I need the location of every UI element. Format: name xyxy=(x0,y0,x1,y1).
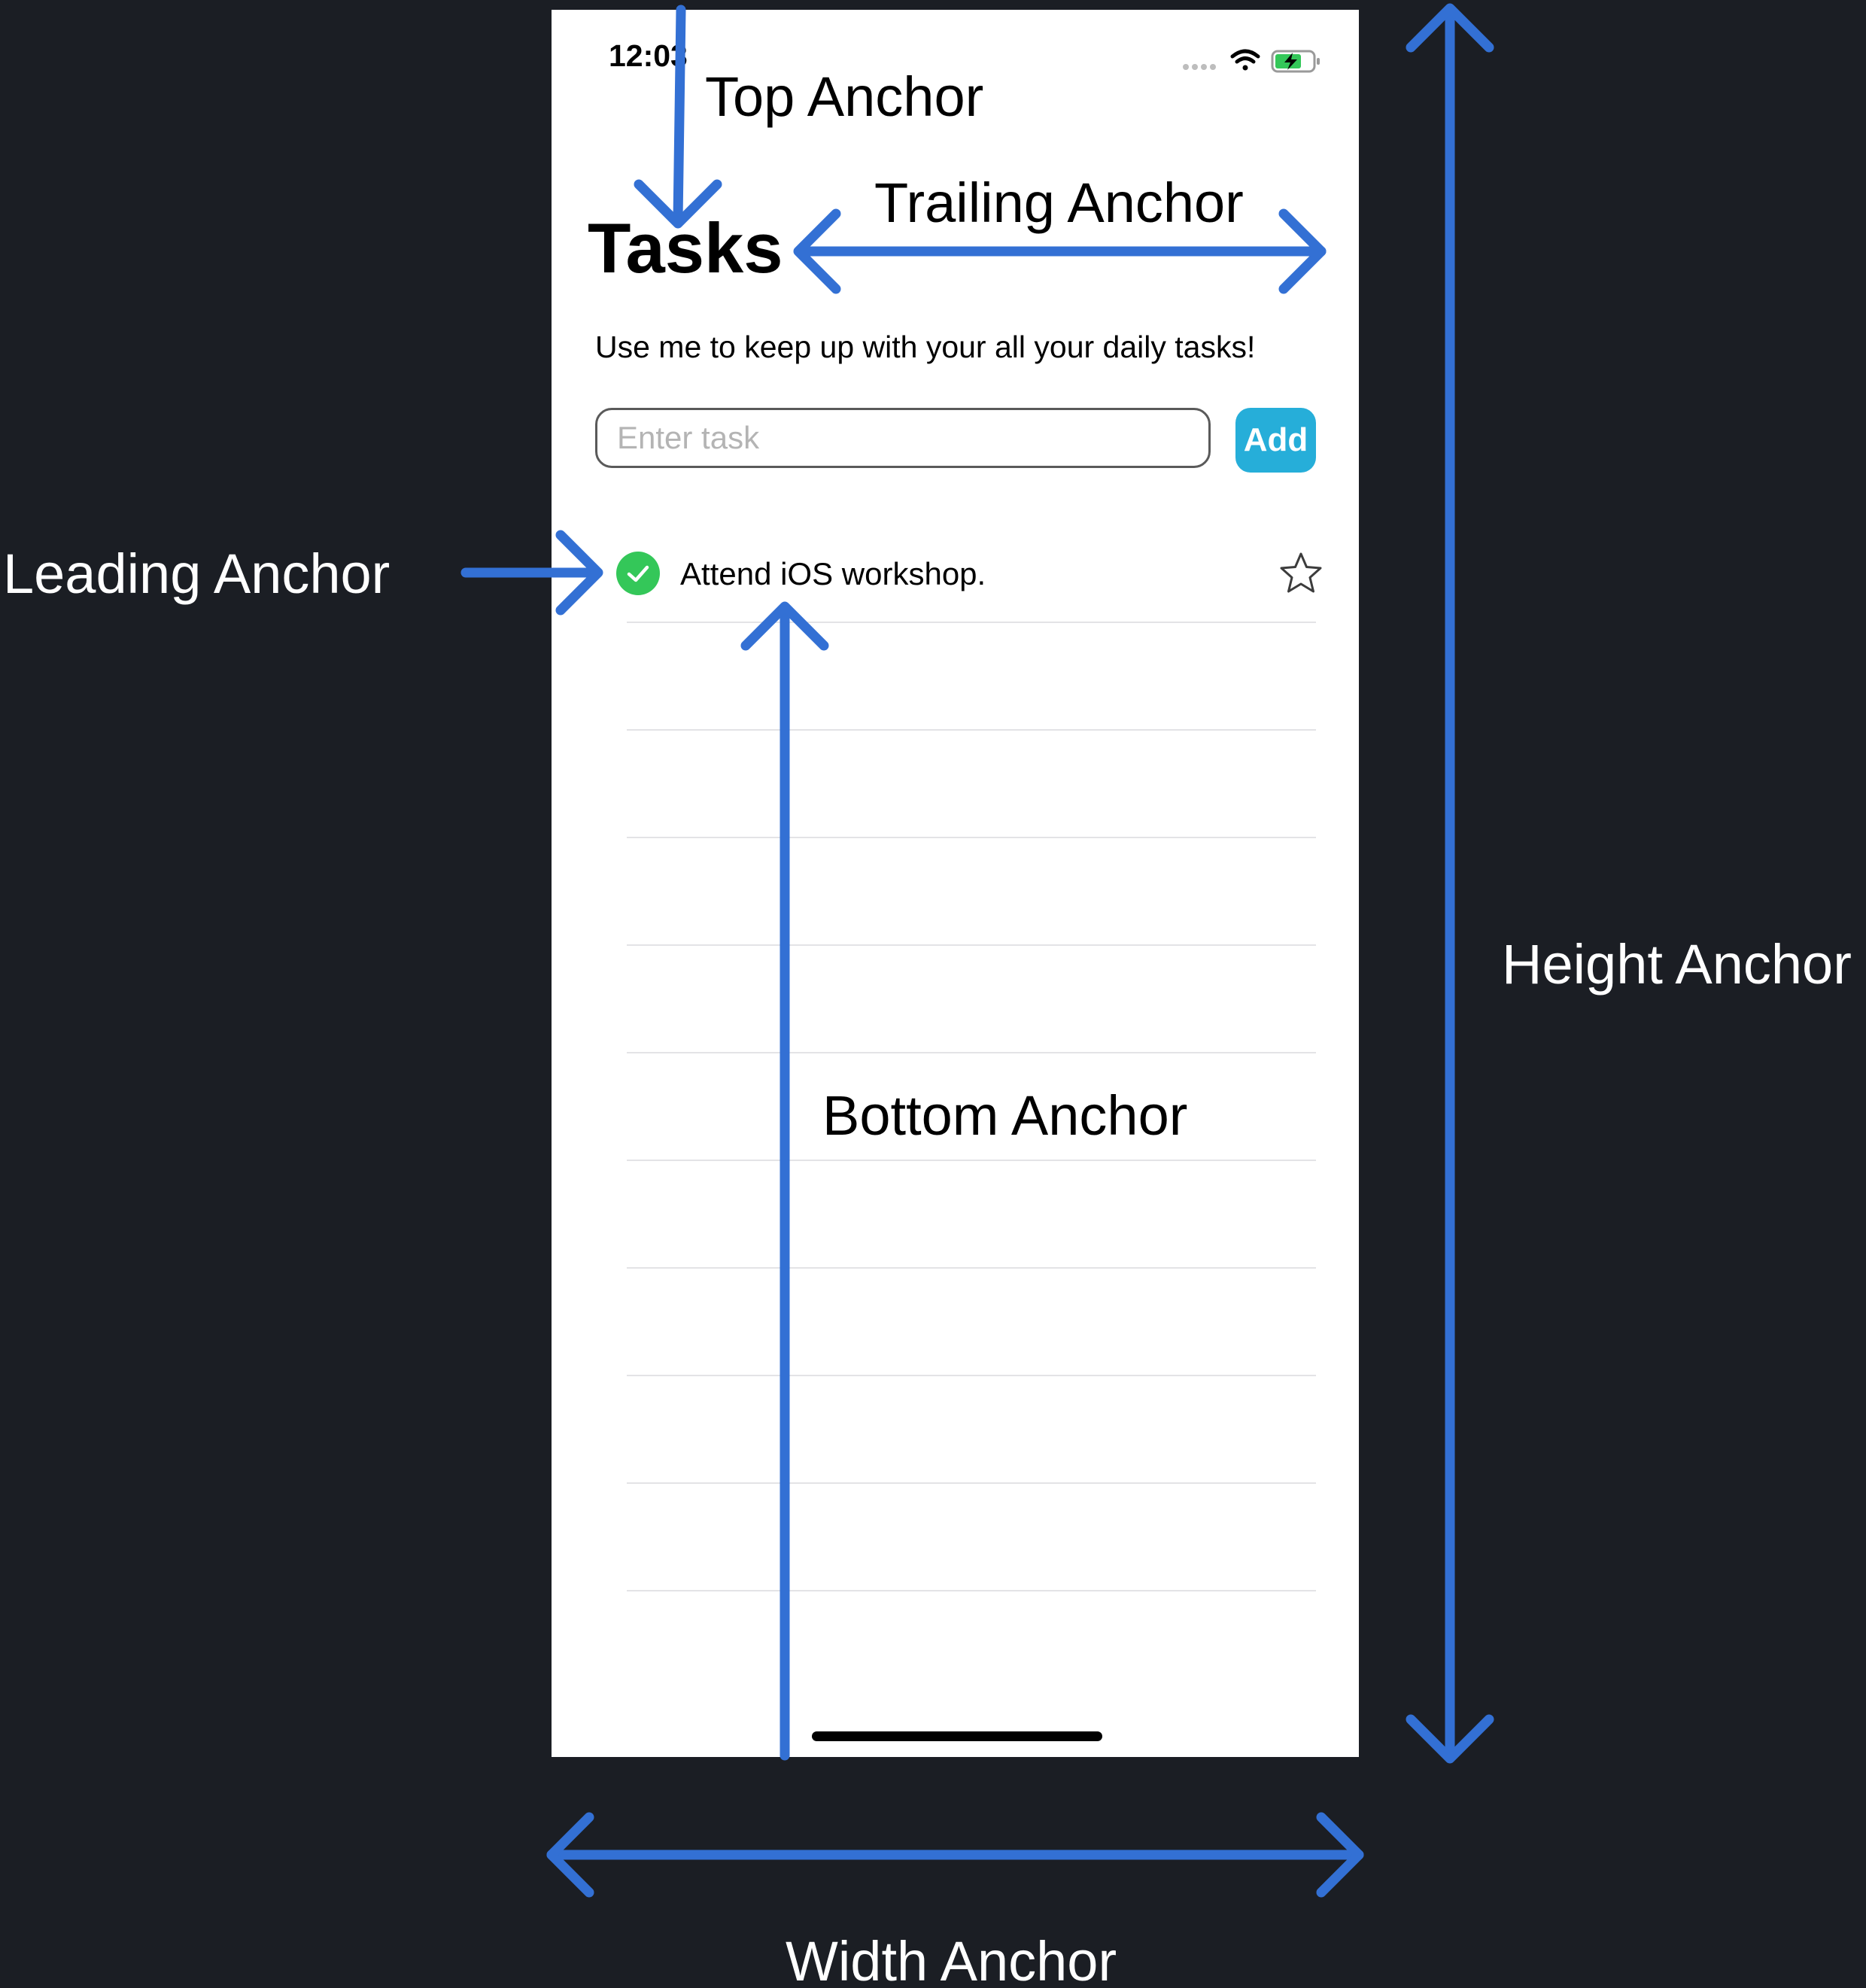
battery-charging-icon xyxy=(1271,50,1320,73)
row-separator xyxy=(627,1052,1316,1053)
status-icons xyxy=(1183,49,1320,73)
row-separator xyxy=(627,837,1316,838)
add-task-button[interactable]: Add xyxy=(1235,408,1316,473)
checkmark-circle-icon[interactable] xyxy=(616,552,660,595)
height-anchor-label: Height Anchor xyxy=(1502,933,1852,996)
home-indicator xyxy=(812,1731,1102,1741)
row-separator xyxy=(627,729,1316,731)
star-icon[interactable] xyxy=(1278,550,1324,597)
height-anchor-arrow xyxy=(1406,3,1494,1764)
diagram-canvas: 12:03 Tasks Use me to keep up with your xyxy=(0,0,1866,1988)
row-separator xyxy=(627,622,1316,623)
leading-anchor-label: Leading Anchor xyxy=(3,543,391,605)
task-input[interactable] xyxy=(595,408,1211,468)
task-text: Attend iOS workshop. xyxy=(680,556,986,591)
width-anchor-arrow xyxy=(546,1812,1364,1898)
page-title: Tasks xyxy=(588,208,783,287)
page-subtitle: Use me to keep up with your all your dai… xyxy=(595,330,1256,364)
row-separator xyxy=(627,1160,1316,1161)
trailing-anchor-label: Trailing Anchor xyxy=(874,172,1244,234)
row-separator xyxy=(627,1590,1316,1591)
row-separator xyxy=(627,1267,1316,1269)
row-separator xyxy=(627,1375,1316,1376)
task-row[interactable]: Attend iOS workshop. xyxy=(588,529,1322,617)
signal-dots-icon xyxy=(1183,64,1216,70)
phone-screen: 12:03 Tasks Use me to keep up with your xyxy=(552,10,1359,1757)
status-time: 12:03 xyxy=(609,38,688,73)
top-anchor-label: Top Anchor xyxy=(705,65,984,128)
row-separator xyxy=(627,1482,1316,1484)
bottom-anchor-label: Bottom Anchor xyxy=(822,1084,1188,1147)
wifi-icon xyxy=(1230,49,1260,71)
row-separator xyxy=(627,944,1316,946)
width-anchor-label: Width Anchor xyxy=(786,1930,1117,1988)
